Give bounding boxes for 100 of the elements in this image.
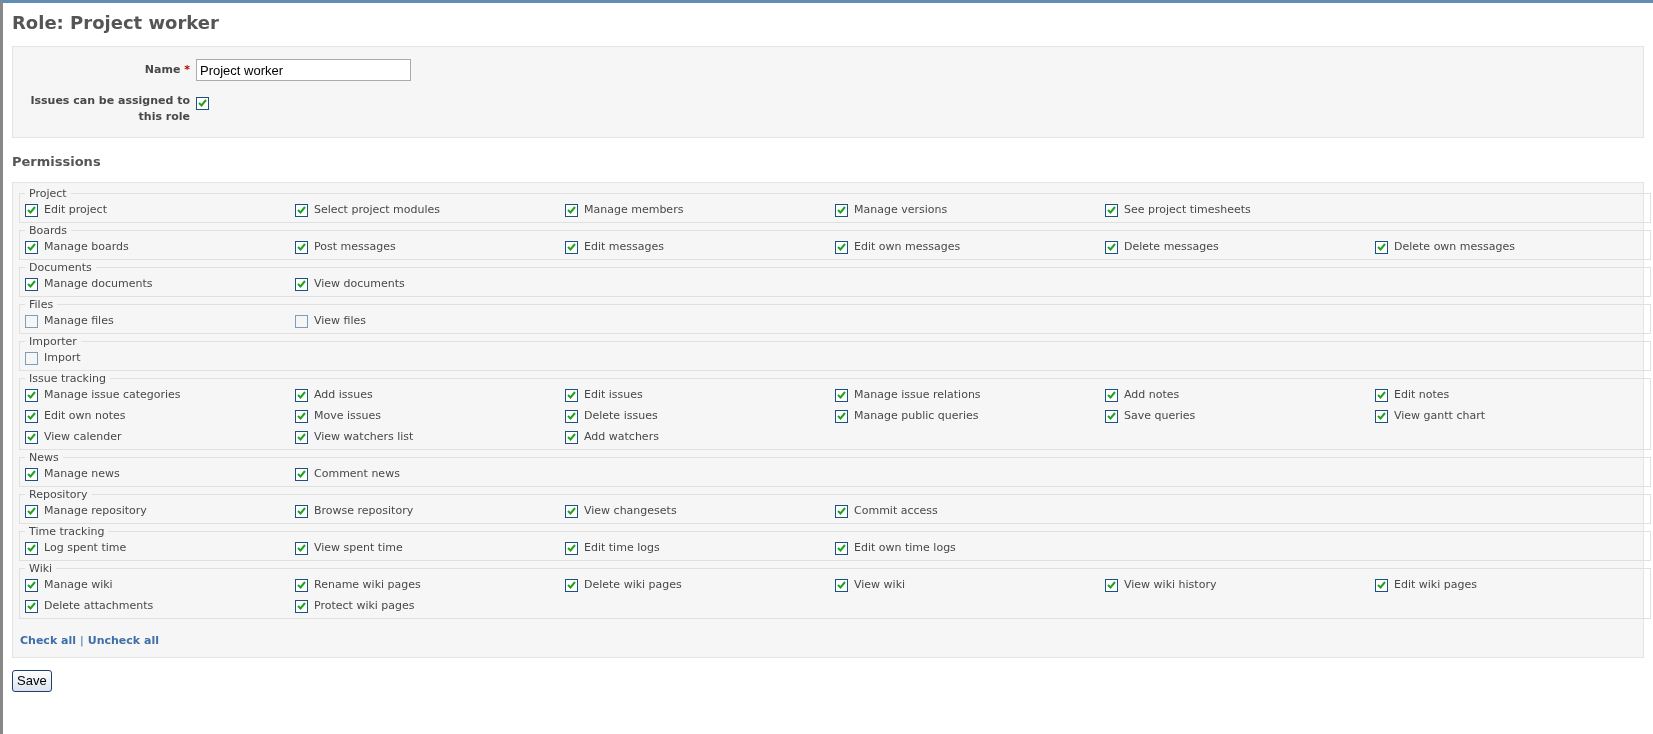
checkbox[interactable] [295,240,308,254]
permission-option[interactable]: View spent time [295,537,565,559]
checkbox[interactable] [565,430,578,444]
checkbox[interactable] [25,277,38,291]
checkbox[interactable] [565,504,578,518]
checkbox[interactable] [295,467,308,481]
permission-option[interactable]: Edit notes [1375,384,1645,406]
save-button[interactable]: Save [12,670,52,692]
checkbox[interactable] [1375,578,1388,592]
permission-option[interactable]: Move issues [295,405,565,427]
permission-option[interactable]: Commit access [835,500,1105,522]
permission-option[interactable]: Manage repository [25,500,295,522]
permission-option[interactable]: Import [25,347,295,369]
checkbox[interactable] [25,599,38,613]
permission-option[interactable]: Edit time logs [565,537,835,559]
checkbox[interactable] [295,409,308,423]
checkbox[interactable] [1375,240,1388,254]
checkbox[interactable] [835,504,848,518]
checkbox[interactable] [565,541,578,555]
permission-option[interactable]: View wiki [835,574,1105,596]
checkbox[interactable] [25,541,38,555]
permission-option[interactable]: Delete issues [565,405,835,427]
permission-option[interactable]: View watchers list [295,426,565,448]
permission-option[interactable]: Protect wiki pages [295,595,565,617]
checkbox[interactable] [295,578,308,592]
checkbox[interactable] [295,277,308,291]
permission-option[interactable]: Manage issue relations [835,384,1105,406]
checkbox[interactable] [565,203,578,217]
permission-option[interactable]: View files [295,310,565,332]
permission-option[interactable]: Comment news [295,463,565,485]
checkbox[interactable] [1105,578,1118,592]
permission-option[interactable]: Manage documents [25,273,295,295]
permission-option[interactable]: View calender [25,426,295,448]
permission-option[interactable]: Log spent time [25,537,295,559]
permission-option[interactable]: Manage boards [25,236,295,258]
permission-option[interactable]: Add issues [295,384,565,406]
permission-option[interactable]: Delete wiki pages [565,574,835,596]
checkbox[interactable] [295,388,308,402]
checkbox[interactable] [25,388,38,402]
permission-option[interactable]: Manage news [25,463,295,485]
checkbox[interactable] [565,578,578,592]
permission-option[interactable]: View documents [295,273,565,295]
checkbox[interactable] [295,599,308,613]
permission-option[interactable]: Add watchers [565,426,835,448]
checkbox[interactable] [295,504,308,518]
name-input[interactable]: Project worker [196,59,411,81]
permission-option[interactable]: Manage members [565,199,835,221]
check-all-link[interactable]: Check all [20,632,76,649]
checkbox[interactable] [565,409,578,423]
checkbox[interactable] [835,240,848,254]
permission-option[interactable]: Post messages [295,236,565,258]
checkbox[interactable] [835,578,848,592]
checkbox[interactable] [25,351,38,365]
permission-option[interactable]: View gantt chart [1375,405,1645,427]
checkbox[interactable] [25,504,38,518]
checkbox[interactable] [1375,388,1388,402]
checkbox[interactable] [25,467,38,481]
permission-option[interactable]: Delete own messages [1375,236,1645,258]
checkbox[interactable] [1105,240,1118,254]
permission-option[interactable]: Add notes [1105,384,1375,406]
checkbox[interactable] [25,409,38,423]
checkbox[interactable] [295,430,308,444]
checkbox[interactable] [295,541,308,555]
checkbox[interactable] [1105,409,1118,423]
permission-option[interactable]: Browse repository [295,500,565,522]
checkbox[interactable] [835,203,848,217]
permission-option[interactable]: Edit wiki pages [1375,574,1645,596]
permission-option[interactable]: Edit own time logs [835,537,1105,559]
permission-option[interactable]: View wiki history [1105,574,1375,596]
permission-option[interactable]: See project timesheets [1105,199,1375,221]
checkbox[interactable] [1105,203,1118,217]
checkbox[interactable] [835,409,848,423]
checkbox[interactable] [25,203,38,217]
checkbox[interactable] [835,388,848,402]
checkbox[interactable] [25,314,38,328]
permission-option[interactable]: Rename wiki pages [295,574,565,596]
permission-option[interactable]: Manage issue categories [25,384,295,406]
permission-option[interactable]: Select project modules [295,199,565,221]
permission-option[interactable]: View changesets [565,500,835,522]
permission-option[interactable]: Manage public queries [835,405,1105,427]
permission-option[interactable]: Edit messages [565,236,835,258]
permission-option[interactable]: Save queries [1105,405,1375,427]
checkbox[interactable] [295,314,308,328]
permission-option[interactable]: Edit issues [565,384,835,406]
permission-option[interactable]: Edit own notes [25,405,295,427]
checkbox[interactable] [1375,409,1388,423]
checkbox[interactable] [25,240,38,254]
permission-option[interactable]: Edit project [25,199,295,221]
checkbox[interactable] [1105,388,1118,402]
checkbox[interactable] [25,578,38,592]
checkbox[interactable] [565,240,578,254]
checkbox[interactable] [196,96,209,110]
permission-option[interactable]: Manage versions [835,199,1105,221]
checkbox[interactable] [25,430,38,444]
checkbox[interactable] [295,203,308,217]
permission-option[interactable]: Manage wiki [25,574,295,596]
permission-option[interactable]: Manage files [25,310,295,332]
permission-option[interactable]: Delete messages [1105,236,1375,258]
uncheck-all-link[interactable]: Uncheck all [87,632,159,649]
permission-option[interactable]: Delete attachments [25,595,295,617]
